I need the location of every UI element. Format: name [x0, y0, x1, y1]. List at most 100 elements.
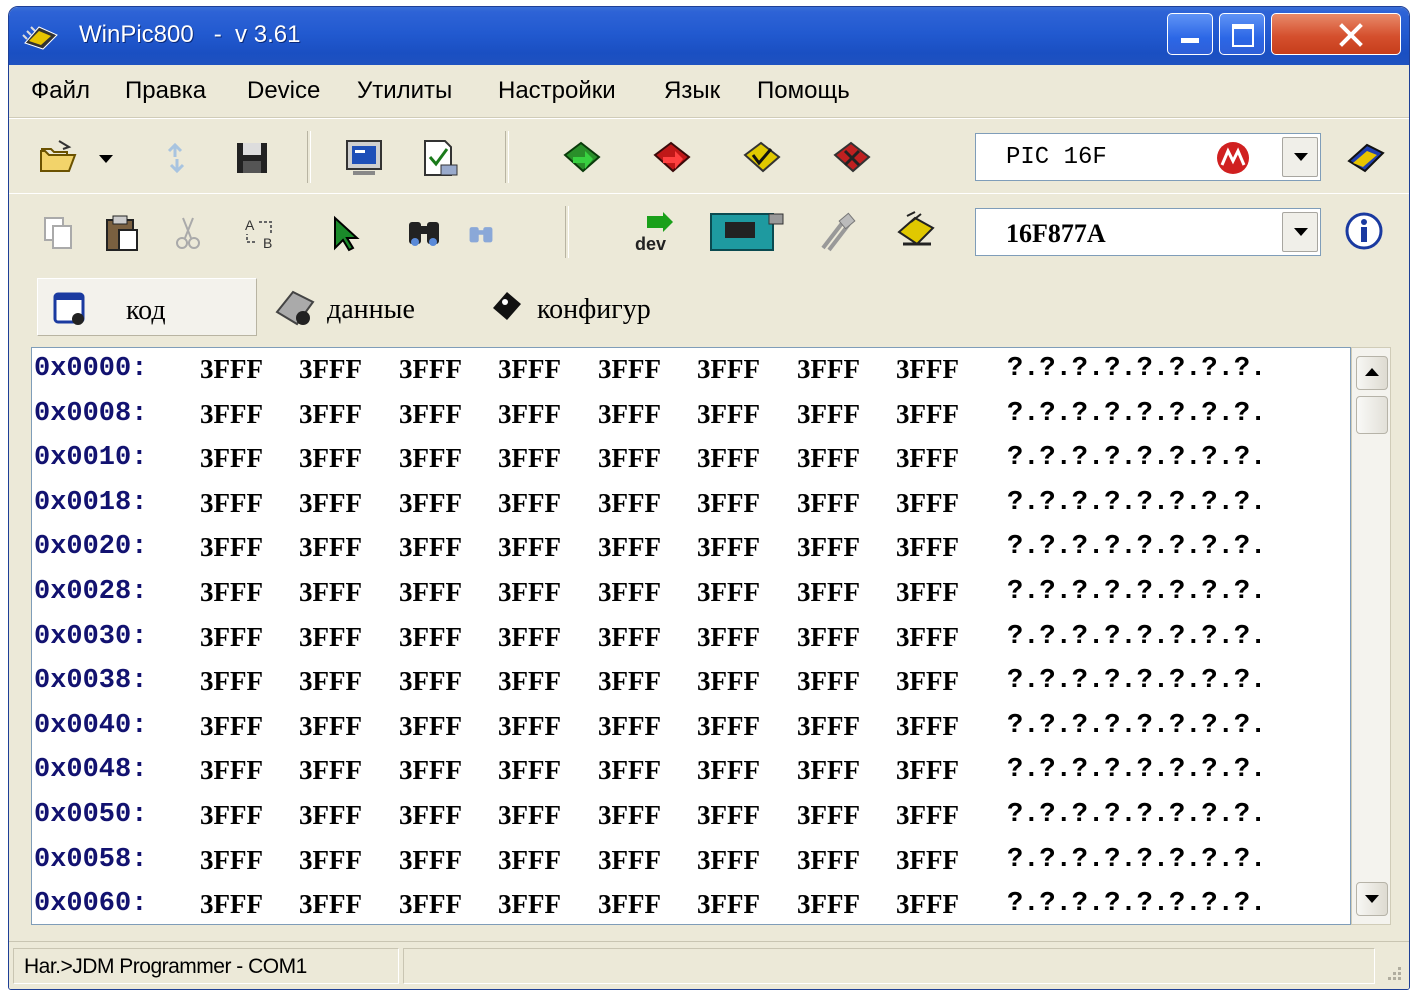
reload-icon[interactable]: [155, 137, 197, 179]
hex-cell[interactable]: 3FFF: [896, 577, 959, 608]
hex-cell[interactable]: 3FFF: [598, 488, 661, 519]
hex-cell[interactable]: 3FFF: [200, 666, 263, 697]
hex-cell[interactable]: 3FFF: [200, 488, 263, 519]
hex-cell[interactable]: 3FFF: [399, 845, 462, 876]
scroll-down-button[interactable]: [1356, 882, 1388, 916]
hex-cell[interactable]: 3FFF: [896, 443, 959, 474]
hex-cell[interactable]: 3FFF: [598, 577, 661, 608]
hex-cell[interactable]: 3FFF: [697, 755, 760, 786]
hex-cell[interactable]: 3FFF: [797, 443, 860, 474]
hex-cell[interactable]: 3FFF: [797, 532, 860, 563]
hex-row[interactable]: 0x0010: 3FFF 3FFF 3FFF 3FFF 3FFF 3FFF 3FFF 3FFF?…: [32, 437, 1350, 481]
hex-cell[interactable]: 3FFF: [399, 443, 462, 474]
minimize-button[interactable]: [1167, 13, 1213, 55]
hex-cell[interactable]: 3FFF: [697, 800, 760, 831]
cable-icon[interactable]: [817, 212, 859, 254]
hex-cell[interactable]: 3FFF: [598, 800, 661, 831]
hex-cell[interactable]: 3FFF: [797, 399, 860, 430]
hex-cell[interactable]: 3FFF: [697, 488, 760, 519]
hex-cell[interactable]: 3FFF: [896, 711, 959, 742]
hex-cell[interactable]: 3FFF: [797, 800, 860, 831]
hex-cell[interactable]: 3FFF: [896, 622, 959, 653]
hex-cell[interactable]: 3FFF: [697, 577, 760, 608]
hex-cell[interactable]: 3FFF: [598, 845, 661, 876]
hex-cell[interactable]: 3FFF: [498, 666, 561, 697]
hex-row[interactable]: 0x0030: 3FFF 3FFF 3FFF 3FFF 3FFF 3FFF 3FFF 3FFF?…: [32, 616, 1350, 660]
hex-row[interactable]: 0x0008: 3FFF 3FFF 3FFF 3FFF 3FFF 3FFF 3FFF 3FFF?…: [32, 393, 1350, 437]
hex-cell[interactable]: 3FFF: [598, 622, 661, 653]
hex-row[interactable]: 0x0020: 3FFF 3FFF 3FFF 3FFF 3FFF 3FFF 3FFF 3FFF?…: [32, 526, 1350, 570]
close-button[interactable]: [1271, 13, 1401, 55]
hex-cell[interactable]: 3FFF: [200, 800, 263, 831]
hex-cell[interactable]: 3FFF: [498, 845, 561, 876]
dropdown-arrow-icon[interactable]: [95, 137, 117, 179]
hex-cell[interactable]: 3FFF: [896, 845, 959, 876]
hex-cell[interactable]: 3FFF: [498, 755, 561, 786]
menu-device[interactable]: Device: [245, 77, 322, 105]
menu-edit[interactable]: Правка: [123, 77, 208, 105]
erase-all-icon[interactable]: [831, 137, 873, 179]
paste-icon[interactable]: [101, 212, 143, 254]
menu-utilities[interactable]: Утилиты: [355, 77, 454, 105]
cursor-icon[interactable]: [325, 212, 367, 254]
hex-cell[interactable]: 3FFF: [299, 532, 362, 563]
hex-cell[interactable]: 3FFF: [299, 354, 362, 385]
device-select-arrow[interactable]: [1282, 212, 1318, 252]
detect-device-icon[interactable]: dev: [633, 212, 675, 254]
copy-icon[interactable]: [39, 212, 81, 254]
hex-cell[interactable]: 3FFF: [200, 889, 263, 920]
hex-cell[interactable]: 3FFF: [797, 488, 860, 519]
hex-cell[interactable]: 3FFF: [200, 532, 263, 563]
hex-cell[interactable]: 3FFF: [598, 889, 661, 920]
hex-cell[interactable]: 3FFF: [399, 399, 462, 430]
hex-cell[interactable]: 3FFF: [399, 488, 462, 519]
hardware-icon[interactable]: [709, 208, 785, 254]
hex-cell[interactable]: 3FFF: [498, 443, 561, 474]
hex-cell[interactable]: 3FFF: [598, 711, 661, 742]
hex-cell[interactable]: 3FFF: [896, 889, 959, 920]
tab-code[interactable]: код: [37, 278, 257, 336]
hex-cell[interactable]: 3FFF: [200, 577, 263, 608]
hex-cell[interactable]: 3FFF: [598, 354, 661, 385]
hex-cell[interactable]: 3FFF: [896, 800, 959, 831]
hex-cell[interactable]: 3FFF: [697, 711, 760, 742]
hex-cell[interactable]: 3FFF: [399, 800, 462, 831]
write-all-icon[interactable]: [651, 137, 693, 179]
hex-cell[interactable]: 3FFF: [299, 622, 362, 653]
hex-cell[interactable]: 3FFF: [797, 845, 860, 876]
tab-data[interactable]: данные: [269, 278, 469, 336]
hex-cell[interactable]: 3FFF: [797, 577, 860, 608]
hex-cell[interactable]: 3FFF: [498, 354, 561, 385]
hex-cell[interactable]: 3FFF: [598, 399, 661, 430]
hex-cell[interactable]: 3FFF: [498, 889, 561, 920]
hex-cell[interactable]: 3FFF: [498, 532, 561, 563]
hex-cell[interactable]: 3FFF: [200, 711, 263, 742]
hex-cell[interactable]: 3FFF: [399, 354, 462, 385]
hex-cell[interactable]: 3FFF: [399, 711, 462, 742]
hex-cell[interactable]: 3FFF: [498, 488, 561, 519]
hex-cell[interactable]: 3FFF: [399, 666, 462, 697]
menu-settings[interactable]: Настройки: [496, 77, 618, 105]
vertical-scrollbar[interactable]: [1351, 347, 1391, 925]
monitor-icon[interactable]: [343, 137, 385, 179]
hex-cell[interactable]: 3FFF: [299, 711, 362, 742]
hex-row[interactable]: 0x0050: 3FFF 3FFF 3FFF 3FFF 3FFF 3FFF 3FFF 3FFF?…: [32, 794, 1350, 838]
hex-cell[interactable]: 3FFF: [896, 488, 959, 519]
find-next-icon[interactable]: [465, 218, 497, 250]
hex-cell[interactable]: 3FFF: [498, 622, 561, 653]
menu-help[interactable]: Помощь: [755, 77, 852, 105]
open-folder-icon[interactable]: [37, 137, 79, 179]
hex-row[interactable]: 0x0028: 3FFF 3FFF 3FFF 3FFF 3FFF 3FFF 3FFF 3FFF?…: [32, 571, 1350, 615]
hex-cell[interactable]: 3FFF: [598, 532, 661, 563]
hex-cell[interactable]: 3FFF: [896, 399, 959, 430]
book-icon[interactable]: [1345, 137, 1387, 179]
hex-cell[interactable]: 3FFF: [399, 577, 462, 608]
hex-cell[interactable]: 3FFF: [697, 399, 760, 430]
hex-cell[interactable]: 3FFF: [299, 845, 362, 876]
hex-cell[interactable]: 3FFF: [797, 889, 860, 920]
resize-grip-icon[interactable]: [1381, 962, 1403, 984]
device-select[interactable]: 16F877A: [975, 208, 1321, 256]
hex-cell[interactable]: 3FFF: [697, 845, 760, 876]
hex-cell[interactable]: 3FFF: [299, 488, 362, 519]
hex-cell[interactable]: 3FFF: [498, 577, 561, 608]
